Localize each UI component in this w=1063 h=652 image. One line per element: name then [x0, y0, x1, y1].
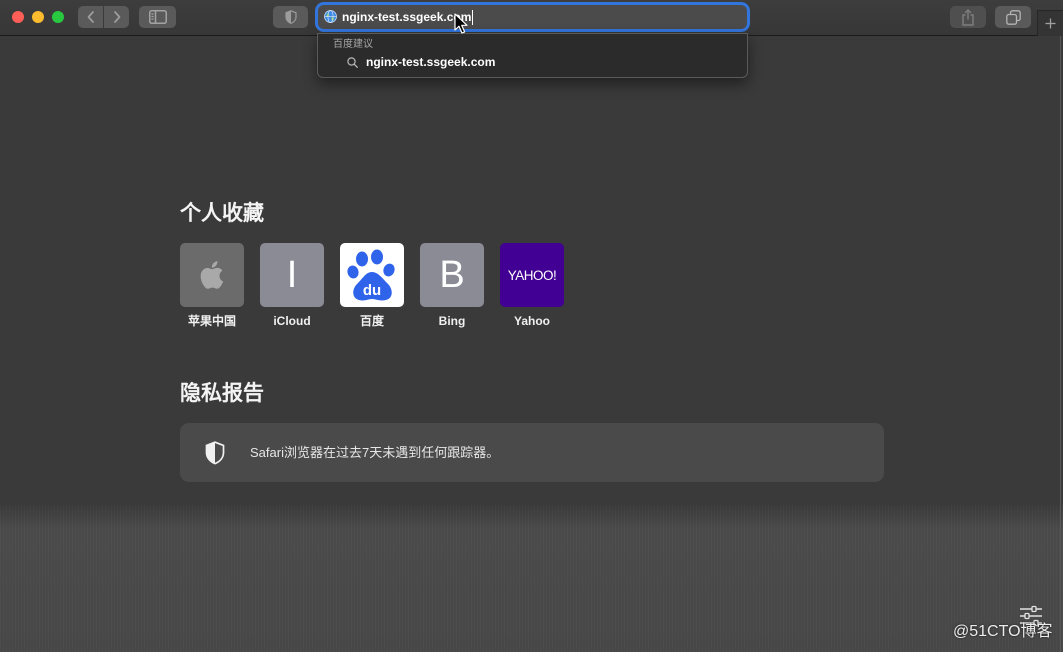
search-icon: [347, 57, 358, 68]
chevron-left-icon: [87, 11, 94, 23]
address-suggestions-dropdown: 百度建议 nginx-test.ssgeek.com: [317, 33, 748, 78]
privacy-report-heading: 隐私报告: [180, 382, 264, 405]
suggestion-section-label: 百度建议: [333, 39, 373, 50]
sidebar-toggle-button[interactable]: [139, 6, 176, 28]
arrow-cursor-icon: [454, 13, 468, 34]
yahoo-logo-text: YAHOO!: [507, 267, 557, 283]
favorite-baidu[interactable]: du 百度: [340, 243, 404, 333]
sidebar-icon: [148, 10, 167, 24]
suggestion-text: nginx-test.ssgeek.com: [366, 55, 496, 69]
shield-icon: [284, 10, 297, 24]
globe-icon: [324, 10, 337, 23]
text-caret: [472, 9, 474, 25]
favorite-icloud[interactable]: I iCloud: [260, 243, 324, 333]
favorite-yahoo[interactable]: YAHOO! Yahoo: [500, 243, 564, 333]
tab-overview-button[interactable]: [995, 6, 1031, 28]
favorite-tile[interactable]: B: [420, 243, 484, 307]
favorite-tile[interactable]: du: [340, 243, 404, 307]
favorite-label: Yahoo: [513, 314, 550, 328]
minimize-window-button[interactable]: [32, 11, 44, 23]
favorite-tile[interactable]: [180, 243, 244, 307]
privacy-report-message: Safari浏览器在过去7天未遇到任何跟踪器。: [250, 445, 500, 460]
address-field[interactable]: nginx-test.ssgeek.com: [318, 5, 747, 29]
address-value: nginx-test.ssgeek.com: [342, 10, 472, 24]
tile-letter: B: [439, 254, 465, 296]
favorite-bing[interactable]: B Bing: [420, 243, 484, 333]
window-edge: [1060, 36, 1061, 652]
browser-toolbar: nginx-test.ssgeek.com: [0, 0, 1063, 36]
apple-logo-icon: [200, 261, 224, 289]
favorite-label: Bing: [438, 314, 466, 328]
new-tab-button[interactable]: [1037, 10, 1063, 36]
close-window-button[interactable]: [12, 11, 24, 23]
zoom-window-button[interactable]: [52, 11, 64, 23]
privacy-report-card[interactable]: Safari浏览器在过去7天未遇到任何跟踪器。: [180, 423, 884, 482]
baidu-paw-icon: du: [347, 249, 395, 301]
favorite-label: 百度: [359, 314, 384, 328]
shield-icon: [205, 441, 225, 465]
forward-button[interactable]: [104, 6, 129, 28]
privacy-report-button[interactable]: [273, 6, 308, 28]
chevron-right-icon: [113, 11, 120, 23]
plus-icon: [1045, 18, 1056, 29]
baidu-logo-text: du: [363, 282, 381, 299]
back-button[interactable]: [78, 6, 103, 28]
tab-overview-icon: [1005, 9, 1021, 25]
favorite-tile[interactable]: YAHOO!: [500, 243, 564, 307]
tile-letter: I: [286, 254, 298, 296]
watermark: @51CTO博客: [953, 623, 1053, 640]
favorites-heading: 个人收藏: [180, 202, 264, 225]
favorite-apple-china[interactable]: 苹果中国: [180, 243, 244, 333]
share-button[interactable]: [950, 6, 986, 28]
suggestion-item[interactable]: nginx-test.ssgeek.com: [318, 53, 747, 71]
favorite-label: 苹果中国: [187, 314, 236, 328]
favorite-tile[interactable]: I: [260, 243, 324, 307]
background-texture: [0, 505, 1063, 652]
favorite-label: iCloud: [273, 314, 311, 328]
share-icon: [962, 8, 974, 26]
